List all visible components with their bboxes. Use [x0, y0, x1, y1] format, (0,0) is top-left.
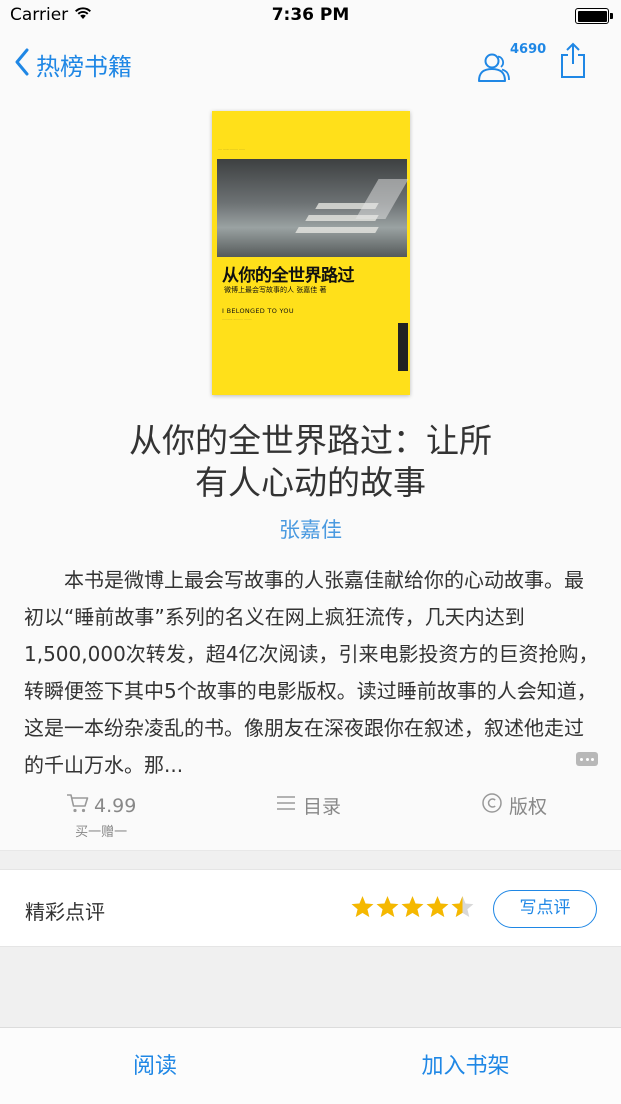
add-to-shelf-button[interactable]: 加入书架	[310, 1028, 621, 1104]
list-icon	[276, 794, 296, 817]
copyright-button[interactable]: 版权	[481, 792, 547, 842]
star-icon	[451, 896, 474, 917]
cover-blurb: ···· ······· ········ ······	[218, 147, 245, 151]
star-icon	[376, 896, 399, 917]
action-row: 4.99 买一赠一 目录 版权	[0, 792, 621, 842]
reviews-section: 精彩点评 写点评	[0, 869, 621, 947]
cover-author: 微博上最会写故事的人 张嘉佳 著	[224, 286, 327, 294]
write-review-button[interactable]: 写点评	[493, 890, 597, 928]
star-icon	[351, 896, 374, 917]
back-button[interactable]: 热榜书籍	[14, 44, 132, 84]
toc-button[interactable]: 目录	[276, 792, 341, 842]
clock: 7:36 PM	[271, 5, 350, 25]
nav-bar: 热榜书籍 4690	[0, 32, 621, 94]
section-divider	[0, 850, 621, 869]
book-title: 从你的全世界路过：让所 有人心动的故事	[60, 420, 561, 504]
book-cover[interactable]: ···· ······· ········ ······ 从你的全世界路过 微博…	[212, 111, 410, 395]
price-promo: 买一赠一	[75, 825, 128, 840]
rating-stars	[350, 894, 475, 920]
read-button[interactable]: 阅读	[0, 1028, 310, 1104]
copyright-label: 版权	[509, 796, 548, 818]
cover-english-title: I BELONGED TO YOU	[222, 307, 294, 315]
cover-photo	[217, 159, 409, 257]
reviews-heading: 精彩点评	[25, 900, 105, 924]
cover-spine-label	[398, 323, 408, 371]
cart-icon	[66, 792, 90, 819]
price-label: 4.99	[94, 794, 137, 817]
readers-button[interactable]: 4690	[472, 42, 552, 86]
author-link[interactable]: 张嘉佳	[0, 514, 621, 544]
book-title-line-2: 有人心动的故事	[195, 463, 426, 502]
book-description: 本书是微博上最会写故事的人张嘉佳献给你的心动故事。最初以“睡前故事”系列的名义在…	[24, 568, 599, 777]
cover-title: 从你的全世界路过	[222, 266, 355, 286]
status-bar: Carrier 7:36 PM	[0, 0, 621, 32]
back-label: 热榜书籍	[36, 52, 132, 81]
copyright-icon	[481, 792, 503, 819]
toc-label: 目录	[303, 796, 342, 818]
expand-description-button[interactable]	[576, 752, 598, 766]
share-button[interactable]	[558, 40, 588, 84]
star-icon	[401, 896, 424, 917]
star-icon	[426, 896, 449, 917]
chevron-left-icon	[14, 48, 30, 80]
cover-fine-print: ··········· ·········· ········	[222, 317, 252, 321]
battery-icon	[575, 8, 613, 24]
reader-count: 4690	[510, 42, 547, 57]
bottom-toolbar: 阅读 加入书架	[0, 1027, 621, 1104]
empty-area	[0, 947, 621, 1027]
buy-button[interactable]: 4.99 买一赠一	[66, 792, 136, 842]
book-title-line-1: 从你的全世界路过：让所	[129, 421, 492, 460]
